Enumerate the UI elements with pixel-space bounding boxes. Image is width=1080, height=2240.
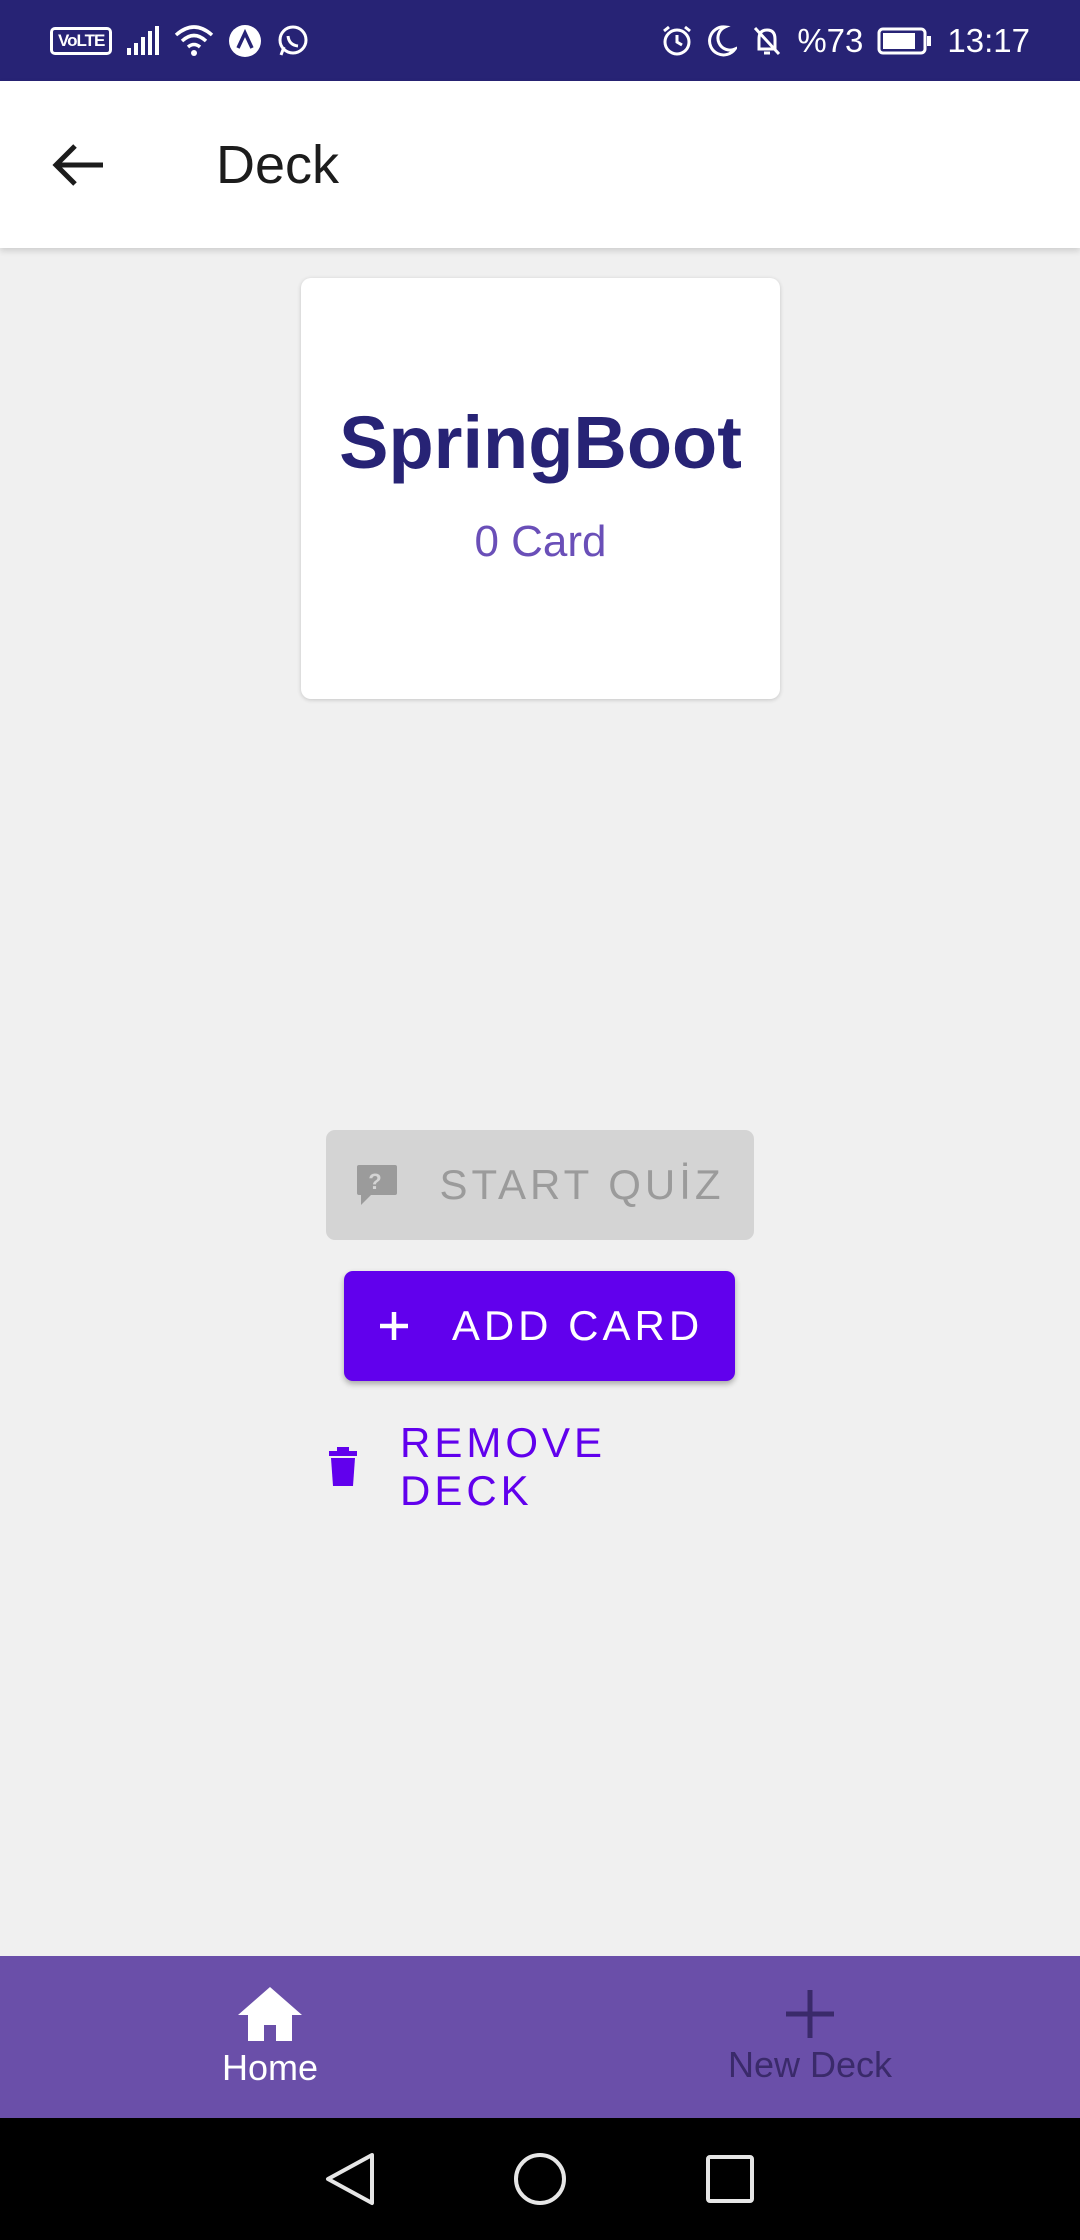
plus-icon <box>786 1990 834 2038</box>
deck-card-count: 0 Card <box>474 517 607 566</box>
triangle-back-icon <box>326 2153 374 2205</box>
status-bar-left: VoLTE <box>50 24 310 58</box>
nav-item-new-deck[interactable]: New Deck <box>540 1956 1080 2118</box>
screen: VoLTE %73 13:17 Deck SpringBoot 0 Card ?… <box>0 0 1080 2240</box>
system-back-button[interactable] <box>315 2144 385 2214</box>
bottom-navigation: Home New Deck <box>0 1956 1080 2118</box>
battery-percent: %73 <box>797 21 864 59</box>
nav-label-new-deck: New Deck <box>727 2044 893 2085</box>
circle-home-icon <box>514 2153 566 2205</box>
battery-icon <box>877 27 933 55</box>
start-quiz-label: START QUİZ <box>439 1161 725 1208</box>
add-card-label: ADD CARD <box>451 1302 704 1349</box>
app-notification-icon <box>228 24 262 58</box>
status-bar: VoLTE %73 13:17 <box>0 0 1080 81</box>
page-title: Deck <box>216 134 340 195</box>
remove-deck-button[interactable]: REMOVE DECK <box>326 1412 754 1522</box>
wifi-icon <box>174 24 214 57</box>
square-recents-icon <box>706 2155 754 2203</box>
signal-icon <box>126 25 160 56</box>
remove-deck-label: REMOVE DECK <box>400 1419 607 1514</box>
nav-item-home[interactable]: Home <box>0 1956 540 2118</box>
quiz-icon: ? <box>355 1163 399 1207</box>
plus-icon <box>376 1308 412 1344</box>
status-bar-right: %73 13:17 <box>661 22 1030 60</box>
whatsapp-icon <box>276 24 310 58</box>
back-button[interactable] <box>38 125 118 205</box>
system-navigation-bar <box>0 2118 1080 2240</box>
arrow-back-icon <box>52 143 103 186</box>
start-quiz-button[interactable]: ? START QUİZ <box>326 1130 754 1240</box>
trash-icon <box>326 1446 360 1488</box>
moon-icon <box>707 24 738 57</box>
app-bar: Deck <box>0 81 1080 248</box>
system-recents-button[interactable] <box>695 2144 765 2214</box>
notifications-off-icon <box>751 25 783 57</box>
volte-badge: VoLTE <box>50 26 113 55</box>
system-home-button[interactable] <box>505 2144 575 2214</box>
nav-label-home: Home <box>221 2047 319 2088</box>
home-icon <box>238 1987 302 2041</box>
svg-text:?: ? <box>369 1169 386 1194</box>
deck-card: SpringBoot 0 Card <box>301 278 780 699</box>
alarm-icon <box>661 25 693 57</box>
deck-name: SpringBoot <box>339 401 742 484</box>
add-card-button[interactable]: ADD CARD <box>344 1271 735 1381</box>
clock: 13:17 <box>947 21 1030 59</box>
